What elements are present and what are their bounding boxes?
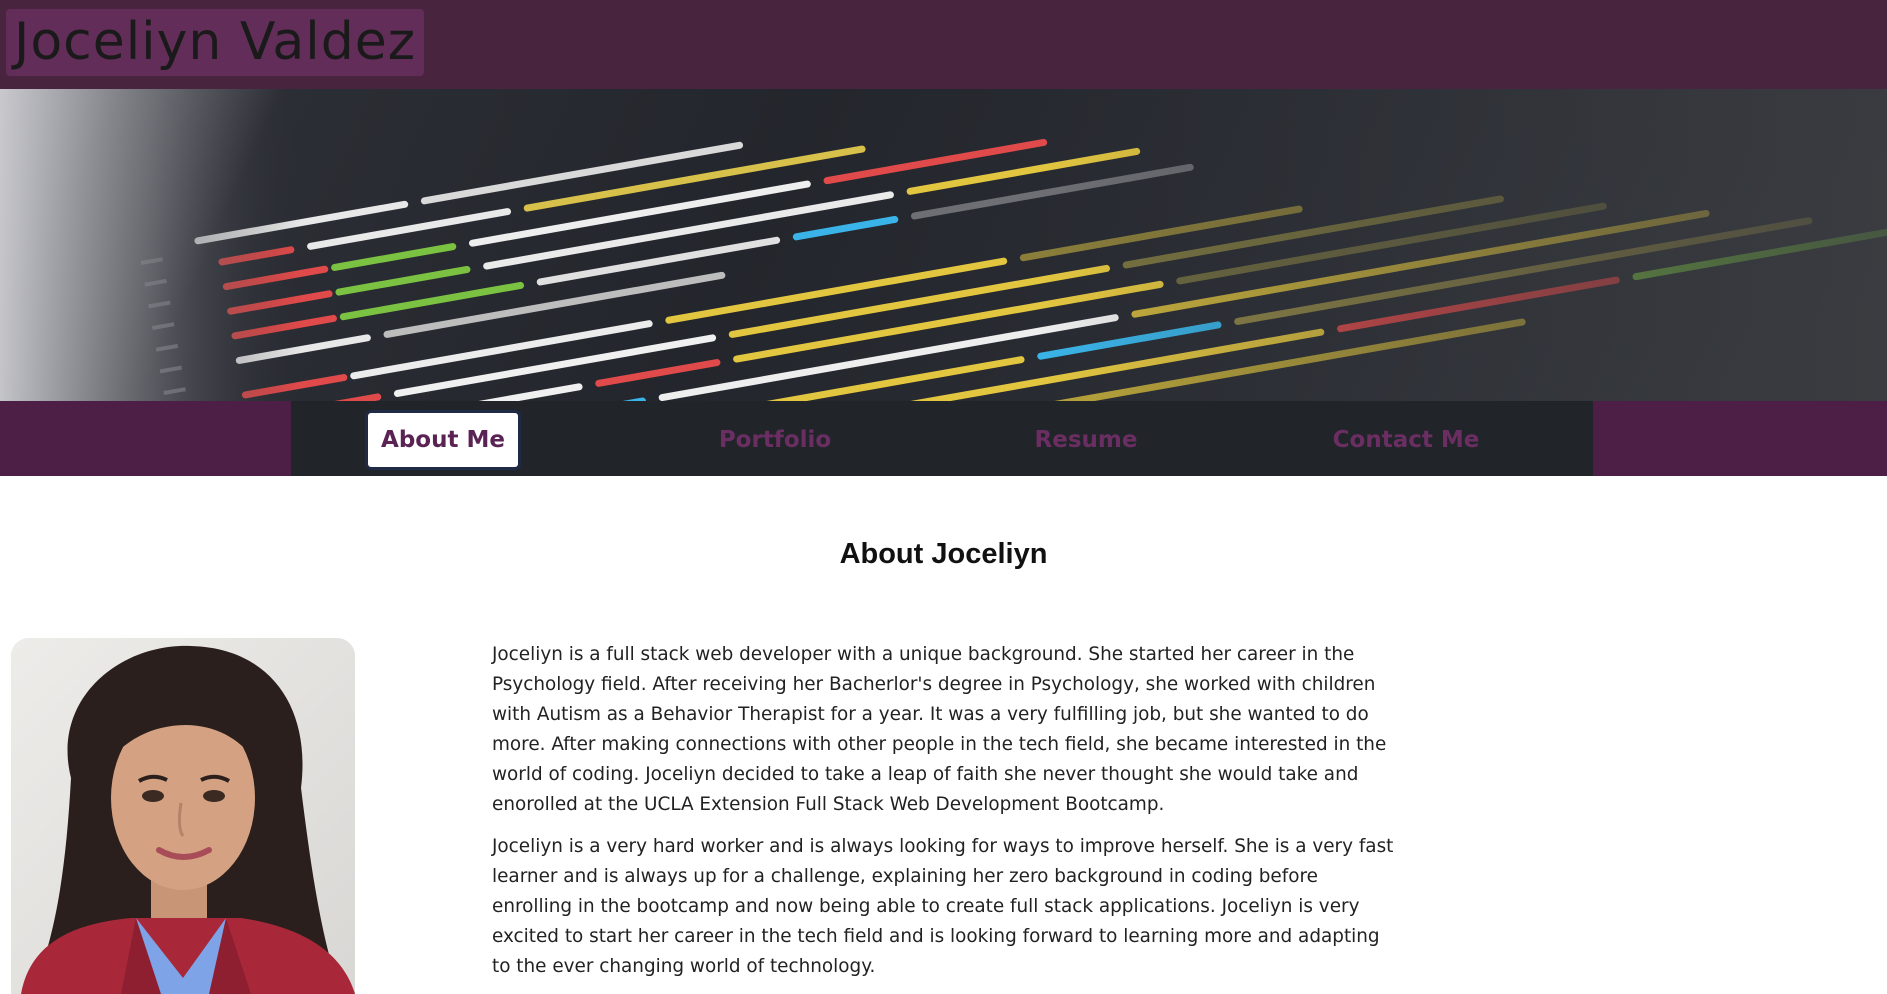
about-heading: About Joceliyn xyxy=(839,538,1048,570)
nav-link-resume[interactable]: Resume xyxy=(1011,410,1161,470)
nav-link-portfolio[interactable]: Portfolio xyxy=(691,410,859,470)
nav-link-contact-me[interactable]: Contact Me xyxy=(1311,410,1501,470)
profile-photo xyxy=(11,638,355,994)
main-nav: About Me Portfolio Resume Contact Me xyxy=(0,401,1887,476)
nav-links-container: About Me Portfolio Resume Contact Me xyxy=(291,401,1593,476)
hero-banner-image xyxy=(0,89,1887,401)
about-bio: Joceliyn is a full stack web developer w… xyxy=(492,640,1397,994)
nav-link-about-me[interactable]: About Me xyxy=(365,410,521,470)
site-header: Joceliyn Valdez xyxy=(0,0,1887,89)
site-title: Joceliyn Valdez xyxy=(6,9,425,76)
bio-paragraph: Joceliyn is a very hard worker and is al… xyxy=(492,836,1394,977)
portrait-illustration xyxy=(11,638,355,994)
bio-paragraph: Joceliyn is a full stack web developer w… xyxy=(492,644,1387,815)
code-screen-illustration xyxy=(0,89,1887,401)
